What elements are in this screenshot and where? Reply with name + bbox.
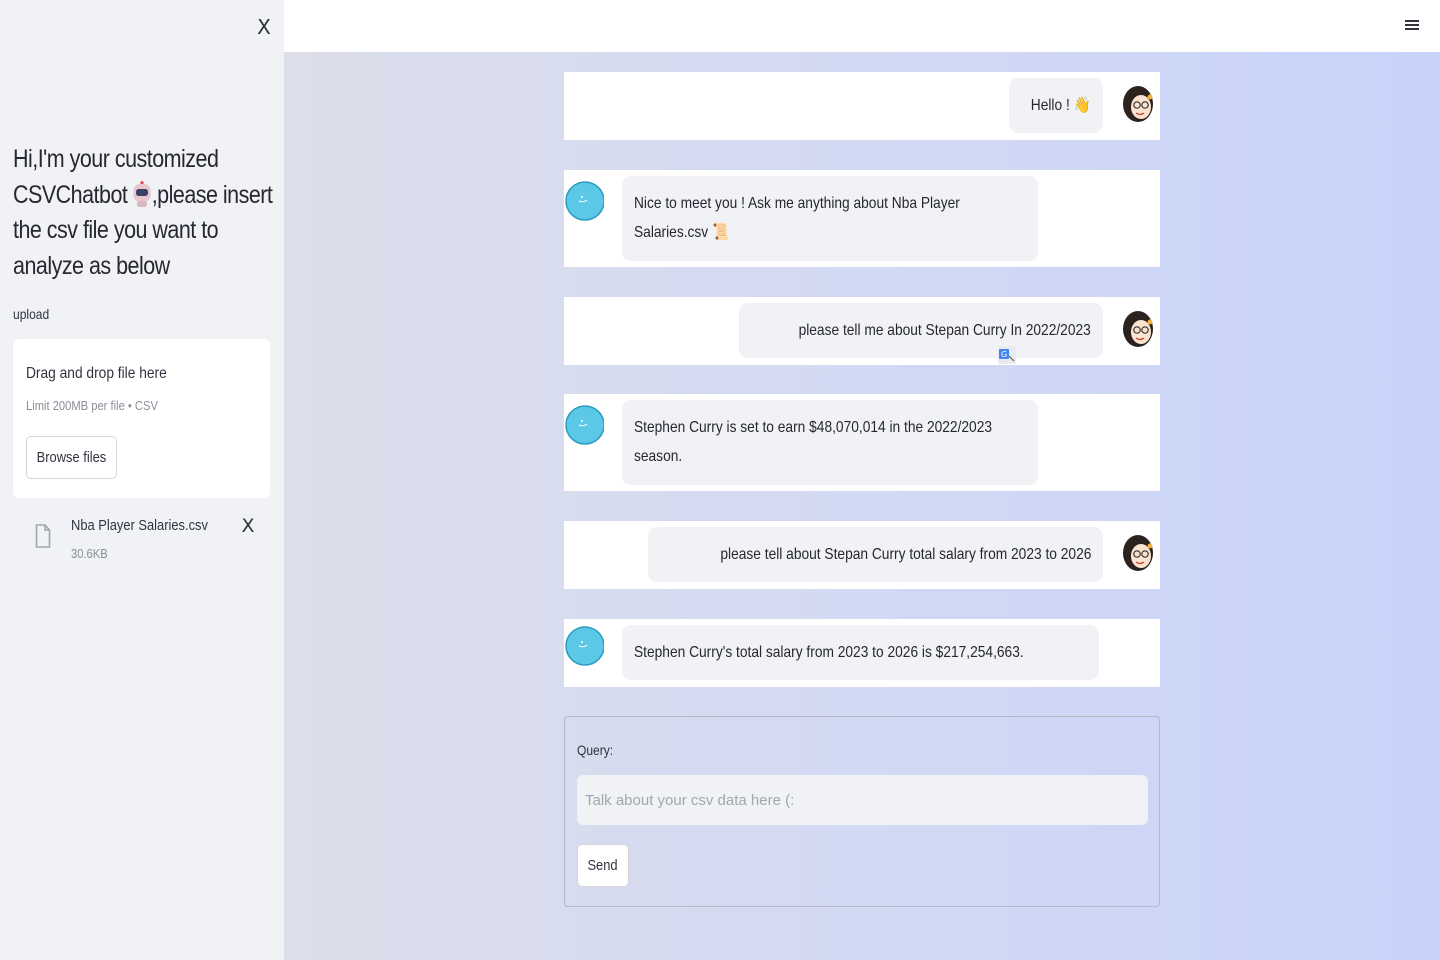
- sidebar-title: Hi,I'm your customized CSVChatbot ,pleas…: [13, 142, 275, 284]
- user-message-bubble: please tell about Stepan Curry total sal…: [647, 527, 1103, 582]
- user-message-text: please tell about Stepan Curry total sal…: [720, 546, 1091, 563]
- user-message-text: please tell me about Stepan Curry In 202…: [798, 322, 1091, 339]
- chat-message-bot: Stephen Curry is set to earn $48,070,014…: [564, 394, 1160, 491]
- uploaded-file-name: Nba Player Salaries.csv: [71, 517, 208, 534]
- file-dropzone[interactable]: Drag and drop file here Limit 200MB per …: [13, 339, 270, 498]
- chat-message-bot: Nice to meet you ! Ask me anything about…: [564, 170, 1160, 267]
- bot-avatar-icon: [565, 626, 604, 666]
- file-icon: [35, 524, 51, 548]
- dropzone-title: Drag and drop file here: [26, 365, 167, 382]
- user-avatar-icon: [1123, 535, 1153, 571]
- main-area: Hello ! 👋 Nice to meet you ! Ask me anyt…: [284, 0, 1440, 960]
- bot-avatar-icon: [565, 405, 604, 445]
- bot-message-bubble: Stephen Curry's total salary from 2023 t…: [622, 625, 1100, 680]
- user-avatar-icon: [1123, 311, 1153, 347]
- browse-files-button[interactable]: Browse files: [26, 436, 117, 479]
- dropzone-limit: Limit 200MB per file • CSV: [26, 398, 158, 413]
- bot-message-text: Stephen Curry's total salary from 2023 t…: [634, 644, 1024, 661]
- bot-message-bubble: Nice to meet you ! Ask me anything about…: [622, 176, 1038, 261]
- query-label: Query:: [577, 742, 614, 758]
- uploaded-file-size: 30.6KB: [71, 546, 108, 561]
- send-button-label: Send: [587, 857, 619, 874]
- uploaded-file-row: Nba Player Salaries.csv 30.6KB X: [13, 510, 273, 562]
- query-input[interactable]: [577, 775, 1148, 825]
- user-message-text: Hello ! 👋: [1031, 97, 1091, 114]
- user-avatar-icon: [1123, 86, 1153, 122]
- chat-message-bot: Stephen Curry's total salary from 2023 t…: [564, 619, 1160, 687]
- browse-files-label: Browse files: [36, 449, 107, 466]
- sidebar-close-button[interactable]: X: [254, 16, 274, 38]
- bot-message-text: Nice to meet you ! Ask me anything about…: [634, 195, 960, 241]
- hamburger-menu-icon[interactable]: [1405, 18, 1419, 32]
- remove-file-button[interactable]: X: [240, 516, 256, 536]
- top-header: [284, 0, 1440, 52]
- query-form: Query: Send: [564, 716, 1160, 907]
- bot-message-bubble: Stephen Curry is set to earn $48,070,014…: [622, 400, 1038, 485]
- upload-label: upload: [13, 306, 50, 322]
- chat-message-user: please tell me about Stepan Curry In 202…: [564, 297, 1160, 365]
- svg-text:G: G: [1001, 350, 1007, 359]
- chat-message-user: please tell about Stepan Curry total sal…: [564, 521, 1160, 589]
- user-message-bubble: please tell me about Stepan Curry In 202…: [739, 303, 1103, 358]
- robot-icon: [133, 180, 152, 207]
- bot-message-text: Stephen Curry is set to earn $48,070,014…: [634, 419, 993, 465]
- bot-avatar-icon: [565, 181, 604, 221]
- chat-message-user: Hello ! 👋: [564, 72, 1160, 140]
- sidebar: X Hi,I'm your customized CSVChatbot ,ple…: [0, 0, 284, 960]
- translate-icon[interactable]: G: [998, 346, 1016, 364]
- send-button[interactable]: Send: [577, 844, 629, 887]
- user-message-bubble: Hello ! 👋: [1009, 78, 1103, 133]
